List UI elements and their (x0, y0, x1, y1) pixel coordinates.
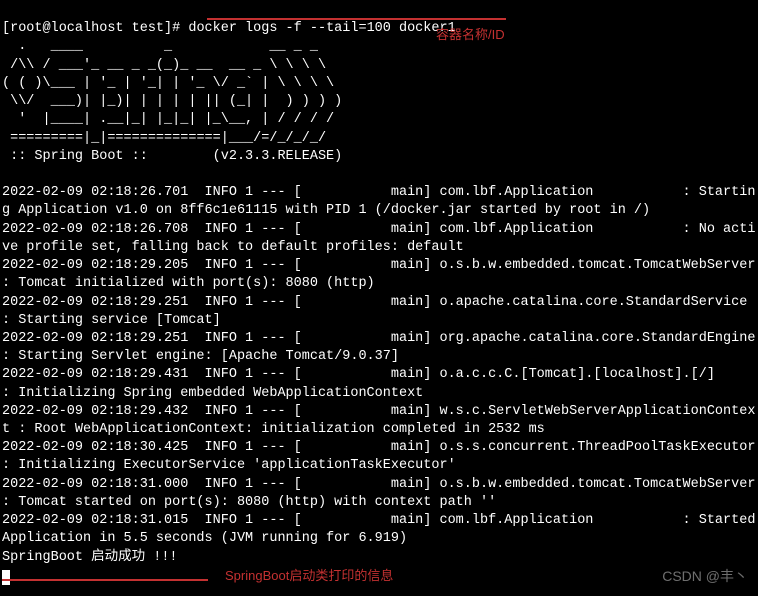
log-line: 2022-02-09 02:18:30.425 INFO 1 --- [ mai… (2, 440, 758, 473)
annotation-container-label: 容器名称/ID (436, 26, 505, 44)
log-line: 2022-02-09 02:18:31.015 INFO 1 --- [ mai… (2, 513, 758, 546)
log-line: 2022-02-09 02:18:29.251 INFO 1 --- [ mai… (2, 331, 758, 364)
success-message: SpringBoot 启动成功 !!! (2, 550, 178, 565)
annotation-underline-success (2, 579, 208, 581)
log-line: 2022-02-09 02:18:31.000 INFO 1 --- [ mai… (2, 477, 758, 510)
ascii-art-line: ' |____| .__|_| |_|_| |_\__, | / / / / (2, 112, 334, 127)
watermark: CSDN @丰丶 (662, 567, 748, 586)
ascii-art-line: /\\ / ___'_ __ _ _(_)_ __ __ _ \ \ \ \ (2, 58, 326, 73)
cursor (2, 570, 10, 585)
log-line: 2022-02-09 02:18:29.432 INFO 1 --- [ mai… (2, 404, 755, 437)
terminal-output[interactable]: [root@localhost test]# docker logs -f --… (2, 2, 756, 585)
log-line: 2022-02-09 02:18:26.701 INFO 1 --- [ mai… (2, 185, 755, 218)
annotation-underline-command (207, 18, 506, 20)
log-line: 2022-02-09 02:18:26.708 INFO 1 --- [ mai… (2, 222, 755, 255)
ascii-art-line: ( ( )\___ | '_ | '_| | '_ \/ _` | \ \ \ … (2, 76, 334, 91)
shell-command: docker logs -f --tail=100 docker1 (188, 21, 455, 36)
log-line: 2022-02-09 02:18:29.251 INFO 1 --- [ mai… (2, 295, 758, 328)
ascii-art-line: :: Spring Boot :: (v2.3.3.RELEASE) (2, 149, 342, 164)
log-line: 2022-02-09 02:18:29.205 INFO 1 --- [ mai… (2, 258, 758, 291)
ascii-art-line: \\/ ___)| |_)| | | | | || (_| | ) ) ) ) (2, 94, 342, 109)
ascii-art-line: . ____ _ __ _ _ (2, 39, 318, 54)
shell-prompt: [root@localhost test]# (2, 21, 188, 36)
annotation-springboot-label: SpringBoot启动类打印的信息 (225, 567, 393, 585)
log-line: 2022-02-09 02:18:29.431 INFO 1 --- [ mai… (2, 367, 758, 400)
ascii-art-line: =========|_|==============|___/=/_/_/_/ (2, 131, 326, 146)
